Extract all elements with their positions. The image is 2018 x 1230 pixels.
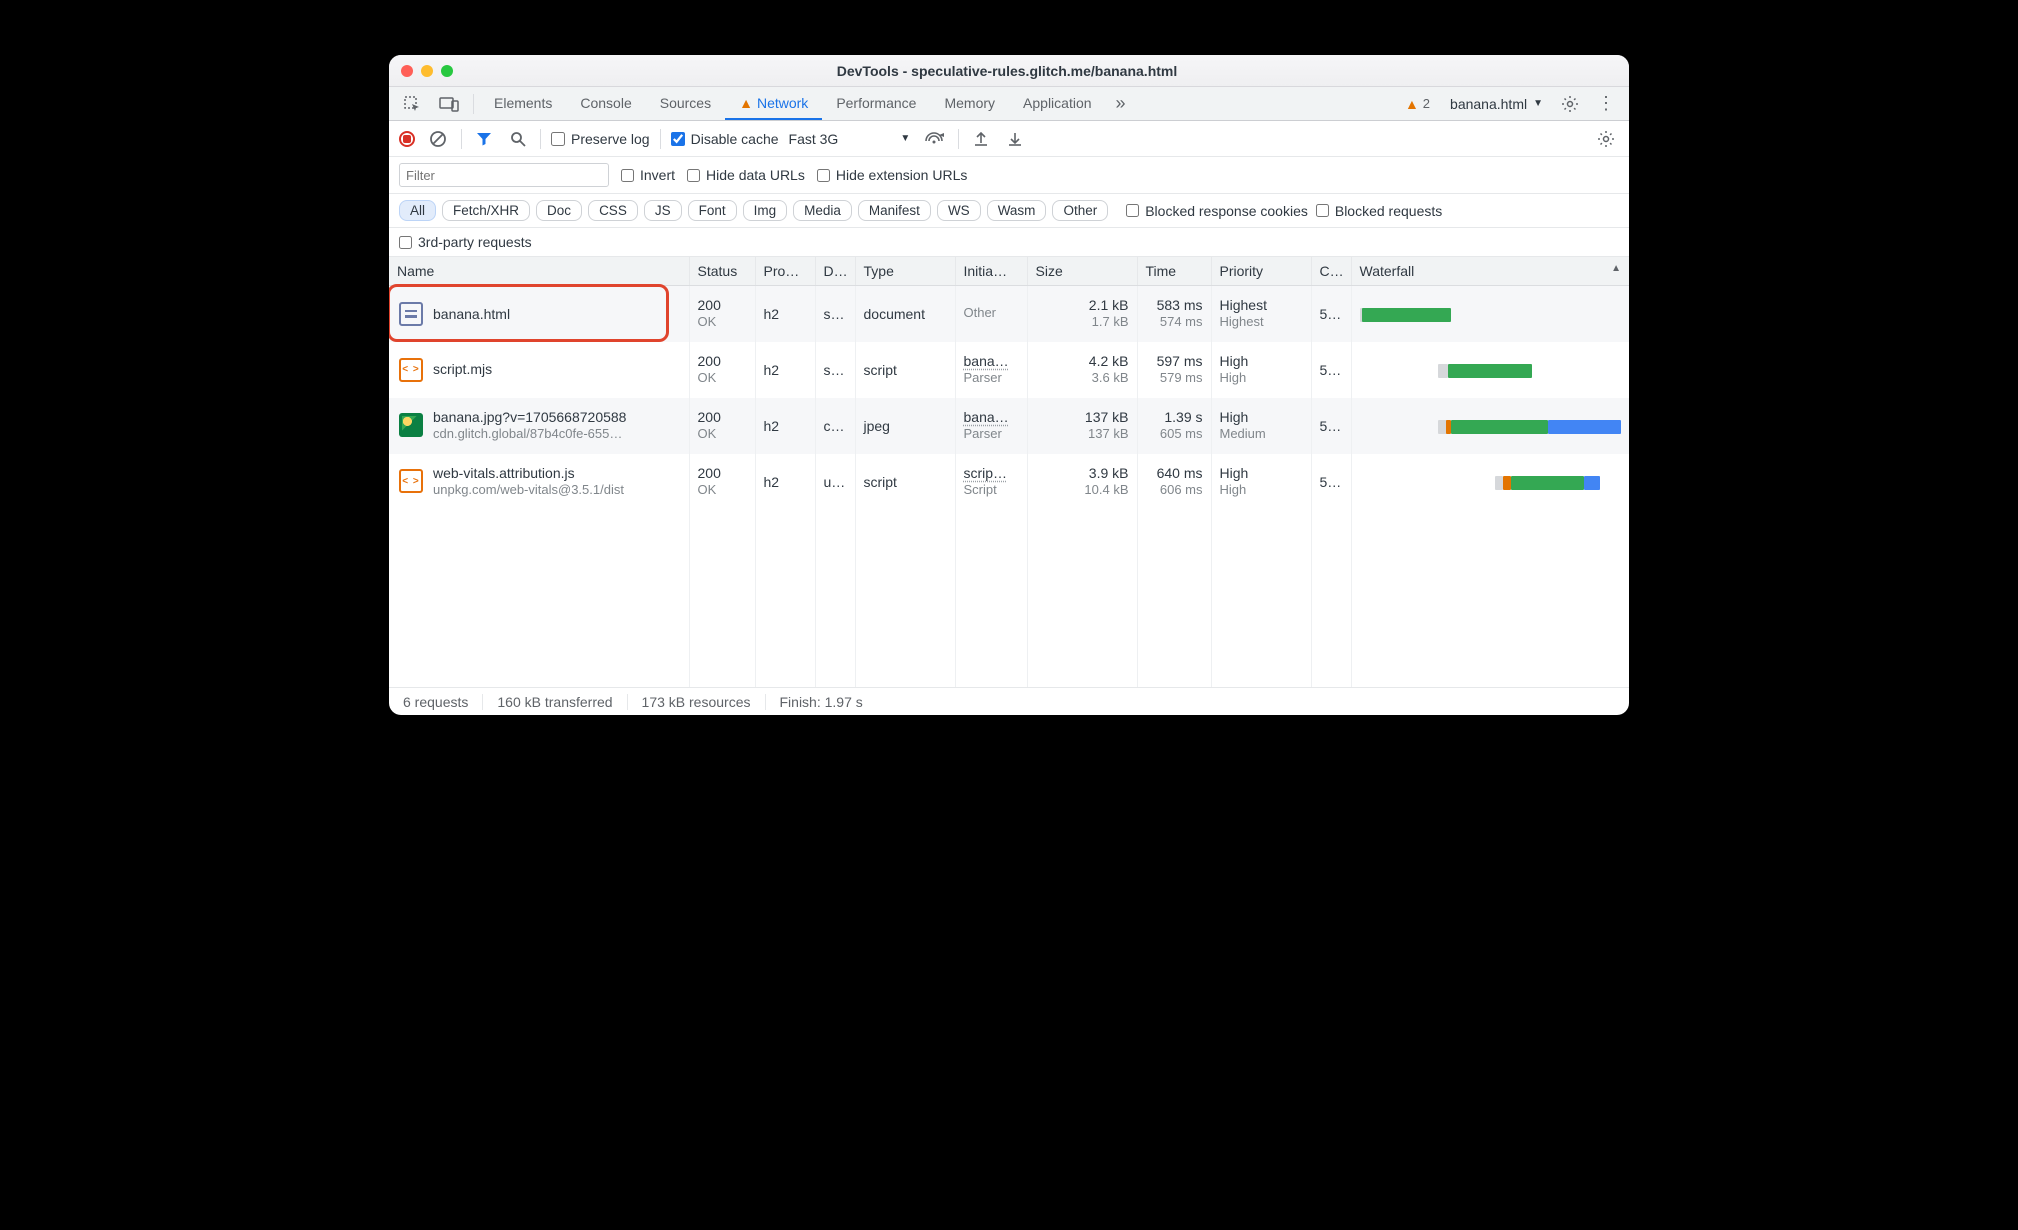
hide-data-urls-checkbox[interactable]: Hide data URLs — [687, 167, 805, 183]
filter-input[interactable] — [399, 163, 609, 187]
column-header[interactable]: Waterfall▲ — [1351, 257, 1629, 286]
blocked-requests-checkbox[interactable]: Blocked requests — [1316, 203, 1442, 219]
request-name: banana.jpg?v=1705668720588 — [433, 408, 626, 426]
third-party-checkbox[interactable]: 3rd-party requests — [399, 234, 1619, 250]
column-header[interactable]: Type — [855, 257, 955, 286]
document-icon — [399, 302, 423, 326]
request-origin: unpkg.com/web-vitals@3.5.1/dist — [433, 482, 624, 499]
sort-icon: ▲ — [1611, 263, 1621, 274]
warning-icon: ▲ — [1405, 96, 1419, 112]
import-har-icon[interactable] — [1003, 127, 1027, 151]
main-tabs: ElementsConsoleSources▲NetworkPerformanc… — [389, 87, 1629, 121]
script-icon: < > — [399, 358, 423, 382]
titlebar: DevTools - speculative-rules.glitch.me/b… — [389, 55, 1629, 87]
waterfall-bar[interactable] — [1360, 300, 1622, 328]
image-icon — [399, 413, 423, 437]
filter-icon[interactable] — [472, 127, 496, 151]
initiator-link[interactable]: scrip… — [964, 464, 1019, 482]
request-name: banana.html — [433, 305, 510, 323]
invert-checkbox[interactable]: Invert — [621, 167, 675, 183]
network-settings-icon[interactable] — [1593, 126, 1619, 152]
tab-memory[interactable]: Memory — [930, 87, 1009, 120]
type-chip-wasm[interactable]: Wasm — [987, 200, 1047, 221]
type-chip-ws[interactable]: WS — [937, 200, 981, 221]
preserve-log-checkbox[interactable]: Preserve log — [551, 131, 650, 147]
request-row[interactable]: banana.html200OKh2sp…documentOther2.1 kB… — [389, 286, 1629, 342]
column-header[interactable]: C… — [1311, 257, 1351, 286]
third-party-row: 3rd-party requests — [389, 228, 1629, 257]
tab-application[interactable]: Application — [1009, 87, 1106, 120]
minimize-window-button[interactable] — [421, 65, 433, 77]
window-controls — [401, 65, 453, 77]
request-name: script.mjs — [433, 360, 492, 378]
type-chip-img[interactable]: Img — [743, 200, 788, 221]
column-header[interactable]: Priority — [1211, 257, 1311, 286]
waterfall-bar[interactable] — [1360, 356, 1622, 384]
request-row[interactable]: < >script.mjs200OKh2sp…scriptbana…Parser… — [389, 342, 1629, 398]
close-window-button[interactable] — [401, 65, 413, 77]
column-header[interactable]: D… — [815, 257, 855, 286]
column-header[interactable]: Initia… — [955, 257, 1027, 286]
column-header[interactable]: Size — [1027, 257, 1137, 286]
request-row[interactable]: < > web-vitals.attribution.jsunpkg.com/we… — [389, 454, 1629, 510]
hide-extension-urls-checkbox[interactable]: Hide extension URLs — [817, 167, 968, 183]
more-tabs-icon[interactable]: » — [1108, 87, 1134, 120]
status-requests: 6 requests — [389, 694, 483, 710]
blocked-cookies-checkbox[interactable]: Blocked response cookies — [1126, 203, 1308, 219]
tab-elements[interactable]: Elements — [480, 87, 566, 120]
status-finish: Finish: 1.97 s — [766, 694, 877, 710]
request-table: NameStatusPro…D…TypeInitia…SizeTimePrior… — [389, 257, 1629, 687]
script-icon: < > — [399, 469, 423, 493]
request-name: web-vitals.attribution.js — [433, 464, 624, 482]
search-icon[interactable] — [506, 127, 530, 151]
record-button[interactable] — [399, 131, 415, 147]
resource-type-filter: All Fetch/XHR Doc CSS JS Font ImgMedia Manifest… — [389, 194, 1629, 228]
network-conditions-icon[interactable] — [920, 127, 948, 151]
column-header[interactable]: Status — [689, 257, 755, 286]
tab-console[interactable]: Console — [566, 87, 645, 120]
type-chip-all[interactable]: All — [399, 200, 436, 221]
request-origin: cdn.glitch.global/87b4c0fe-655… — [433, 426, 626, 443]
throttling-selector[interactable]: Fast 3G ▼ — [789, 131, 911, 147]
type-chip-manifest[interactable]: Manifest — [858, 200, 931, 221]
clear-button[interactable] — [425, 126, 451, 152]
request-row[interactable]: banana.jpg?v=1705668720588cdn.glitch.glo… — [389, 398, 1629, 454]
type-chip-fetchxhr[interactable]: Fetch/XHR — [442, 200, 530, 221]
warnings-count[interactable]: ▲ 2 — [1395, 96, 1440, 112]
devtools-window: DevTools - speculative-rules.glitch.me/b… — [389, 55, 1629, 715]
tab-network[interactable]: ▲Network — [725, 87, 822, 120]
disable-cache-checkbox[interactable]: Disable cache — [671, 131, 779, 147]
status-bar: 6 requests 160 kB transferred 173 kB res… — [389, 687, 1629, 715]
type-chip-other[interactable]: Other — [1052, 200, 1108, 221]
tab-sources[interactable]: Sources — [646, 87, 725, 120]
initiator-link[interactable]: bana… — [964, 408, 1019, 426]
filter-row: Invert Hide data URLs Hide extension URL… — [389, 157, 1629, 194]
device-toolbar-icon[interactable] — [431, 90, 467, 118]
kebab-menu-icon[interactable]: ⋮ — [1589, 87, 1623, 120]
network-toolbar: Preserve log Disable cache Fast 3G ▼ — [389, 121, 1629, 157]
warning-icon: ▲ — [739, 95, 753, 111]
target-selector[interactable]: banana.html ▼ — [1442, 96, 1551, 112]
type-chip-media[interactable]: Media — [793, 200, 852, 221]
waterfall-bar[interactable] — [1360, 412, 1622, 440]
initiator-link[interactable]: bana… — [964, 352, 1019, 370]
zoom-window-button[interactable] — [441, 65, 453, 77]
tab-performance[interactable]: Performance — [822, 87, 930, 120]
chevron-down-icon: ▼ — [1533, 98, 1543, 109]
column-header[interactable]: Time — [1137, 257, 1211, 286]
column-header[interactable]: Pro… — [755, 257, 815, 286]
status-transferred: 160 kB transferred — [483, 694, 627, 710]
inspect-icon[interactable] — [395, 89, 429, 119]
status-resources: 173 kB resources — [628, 694, 766, 710]
type-chip-js[interactable]: JS — [644, 200, 682, 221]
type-chip-font[interactable]: Font — [688, 200, 737, 221]
type-chip-doc[interactable]: Doc — [536, 200, 582, 221]
waterfall-bar[interactable] — [1360, 468, 1622, 496]
column-header[interactable]: Name — [389, 257, 689, 286]
type-chip-css[interactable]: CSS — [588, 200, 638, 221]
window-title: DevTools - speculative-rules.glitch.me/b… — [453, 63, 1561, 79]
export-har-icon[interactable] — [969, 127, 993, 151]
chevron-down-icon: ▼ — [900, 133, 910, 144]
settings-icon[interactable] — [1553, 89, 1587, 119]
